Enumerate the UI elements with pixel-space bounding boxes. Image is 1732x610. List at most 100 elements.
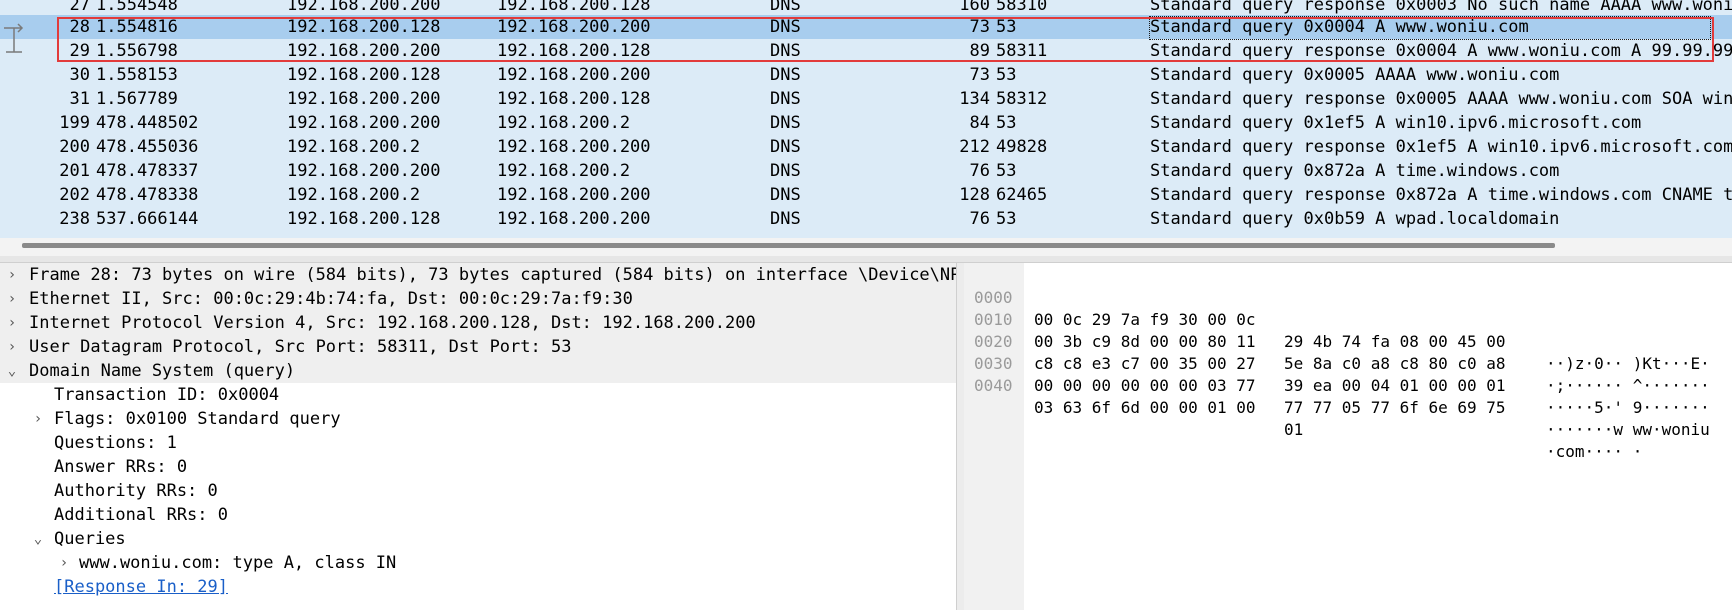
scrollbar-thumb[interactable] xyxy=(22,243,1555,248)
packet-time: 478.478337 xyxy=(96,161,199,181)
tree-item-additional-rrs[interactable]: Additional RRs: 0 xyxy=(0,503,956,527)
packet-src: 192.168.200.128 xyxy=(287,65,441,85)
tree-item-dns[interactable]: ⌄ Domain Name System (query) xyxy=(0,359,956,383)
tree-item-authority-rrs[interactable]: Authority RRs: 0 xyxy=(0,479,956,503)
tree-item-label: Answer RRs: 0 xyxy=(54,457,188,477)
packet-row[interactable]: 31 1.567789 192.168.200.200 192.168.200.… xyxy=(0,87,1732,111)
hex-bytes[interactable]: 00 00 00 00 00 00 03 77 xyxy=(1034,375,1256,397)
annotation-highlight-box xyxy=(57,17,1714,62)
packet-row[interactable]: 201 478.478337 192.168.200.200 192.168.2… xyxy=(0,159,1732,183)
packet-details-pane: › Frame 28: 73 bytes on wire (584 bits), … xyxy=(0,263,956,610)
packet-no: 238 xyxy=(59,209,90,229)
hex-ascii[interactable]: ·······w ww·woniu xyxy=(1546,419,1710,441)
tree-item-ipv4[interactable]: › Internet Protocol Version 4, Src: 192.1… xyxy=(0,311,956,335)
packet-src: 192.168.200.2 xyxy=(287,137,421,157)
packet-row[interactable]: 30 1.558153 192.168.200.128 192.168.200.… xyxy=(0,63,1732,87)
hex-row[interactable]: 0030 00 00 00 00 00 00 03 77 77 77 05 77… xyxy=(964,331,1732,439)
packet-src: 192.168.200.200 xyxy=(287,161,441,181)
tree-item-query-entry[interactable]: › www.woniu.com: type A, class IN xyxy=(0,551,956,575)
tree-item-label: Transaction ID: 0x0004 xyxy=(54,385,280,405)
hex-bytes[interactable]: 01 xyxy=(1284,419,1303,441)
tree-item-udp[interactable]: › User Datagram Protocol, Src Port: 58311… xyxy=(0,335,956,359)
packet-list: 27 1.554548 192.168.200.200 192.168.200.… xyxy=(0,0,1732,238)
packet-row[interactable]: 238 537.666144 192.168.200.128 192.168.2… xyxy=(0,207,1732,231)
packet-row[interactable]: 202 478.478338 192.168.200.2 192.168.200… xyxy=(0,183,1732,207)
packet-no: 30 xyxy=(69,65,90,85)
packet-len: 76 xyxy=(969,161,990,181)
packet-no: 202 xyxy=(59,185,90,205)
packet-proto: DNS xyxy=(770,137,801,157)
packet-info: Standard query 0x0005 AAAA www.woniu.com xyxy=(1150,65,1560,85)
tree-item-frame[interactable]: › Frame 28: 73 bytes on wire (584 bits), … xyxy=(0,263,956,287)
packet-port: 49828 xyxy=(996,137,1048,157)
packet-port: 62465 xyxy=(996,185,1048,205)
packet-time: 1.558153 xyxy=(96,65,178,85)
chevron-right-icon[interactable]: › xyxy=(4,311,20,335)
tree-item-questions[interactable]: Questions: 1 xyxy=(0,431,956,455)
tree-item-label: Ethernet II, Src: 00:0c:29:4b:74:fa, Dst… xyxy=(29,289,633,309)
hex-row[interactable]: 0000 00 0c 29 7a f9 30 00 0c 29 4b 74 fa… xyxy=(964,265,1732,373)
packet-no: 199 xyxy=(59,113,90,133)
chevron-right-icon[interactable]: › xyxy=(30,407,46,431)
chevron-right-icon[interactable]: › xyxy=(4,335,20,359)
chevron-right-icon[interactable]: › xyxy=(4,287,20,311)
packet-len: 73 xyxy=(969,65,990,85)
tree-item-response-in[interactable]: [Response In: 29] xyxy=(0,575,956,599)
packet-dst: 192.168.200.2 xyxy=(497,113,631,133)
chevron-down-icon[interactable]: ⌄ xyxy=(30,527,46,551)
tree-item-ethernet[interactable]: › Ethernet II, Src: 00:0c:29:4b:74:fa, Ds… xyxy=(0,287,956,311)
chevron-right-icon[interactable]: › xyxy=(4,263,20,287)
hex-bytes[interactable]: 77 77 05 77 6f 6e 69 75 xyxy=(1284,397,1506,419)
chevron-right-icon[interactable]: › xyxy=(56,551,72,575)
tree-item-label: Authority RRs: 0 xyxy=(54,481,218,501)
tree-item-queries[interactable]: ⌄ Queries xyxy=(0,527,956,551)
packet-proto: DNS xyxy=(770,89,801,109)
packet-time: 478.448502 xyxy=(96,113,199,133)
packet-src: 192.168.200.128 xyxy=(287,209,441,229)
hex-bytes[interactable]: 39 ea 00 04 01 00 00 01 xyxy=(1284,375,1506,397)
packet-time: 478.455036 xyxy=(96,137,199,157)
packet-port: 53 xyxy=(996,161,1017,181)
packet-bytes-pane: 0000 00 0c 29 7a f9 30 00 0c 29 4b 74 fa… xyxy=(964,263,1732,610)
tree-item-transaction-id[interactable]: Transaction ID: 0x0004 xyxy=(0,383,956,407)
hex-offset: 0040 xyxy=(974,376,1013,395)
packet-proto: DNS xyxy=(770,65,801,85)
response-in-link[interactable]: [Response In: 29] xyxy=(54,575,228,599)
tree-item-label: Additional RRs: 0 xyxy=(54,505,228,525)
pane-splitter[interactable] xyxy=(0,256,1732,263)
hex-row[interactable]: 0020 c8 c8 e3 c7 00 35 00 27 39 ea 00 04… xyxy=(964,309,1732,417)
related-packet-arrow-icon xyxy=(4,23,24,53)
packet-port: 58312 xyxy=(996,89,1048,109)
packet-info: Standard query 0x1ef5 A win10.ipv6.micro… xyxy=(1150,113,1642,133)
packet-row[interactable]: 200 478.455036 192.168.200.2 192.168.200… xyxy=(0,135,1732,159)
packet-len: 134 xyxy=(959,89,990,109)
packet-row[interactable]: 199 478.448502 192.168.200.200 192.168.2… xyxy=(0,111,1732,135)
packet-info: Standard query response 0x872a A time.wi… xyxy=(1150,185,1732,205)
packet-len: 212 xyxy=(959,137,990,157)
tree-item-label: Internet Protocol Version 4, Src: 192.16… xyxy=(29,313,756,333)
hex-ascii[interactable]: ·com···· · xyxy=(1546,441,1642,463)
packet-port: 53 xyxy=(996,65,1017,85)
packet-dst: 192.168.200.2 xyxy=(497,161,631,181)
tree-item-flags[interactable]: › Flags: 0x0100 Standard query xyxy=(0,407,956,431)
packet-dst: 192.168.200.200 xyxy=(497,185,651,205)
packet-proto: DNS xyxy=(770,209,801,229)
packet-time: 537.666144 xyxy=(96,209,199,229)
tree-item-label: User Datagram Protocol, Src Port: 58311,… xyxy=(29,337,572,357)
hex-ascii[interactable]: ·····5·' 9······· xyxy=(1546,397,1710,419)
chevron-down-icon[interactable]: ⌄ xyxy=(4,359,20,383)
packet-port: 53 xyxy=(996,209,1017,229)
hex-row[interactable]: 0040 03 63 6f 6d 00 00 01 00 01 ·com····… xyxy=(964,353,1732,461)
tree-item-answer-rrs[interactable]: Answer RRs: 0 xyxy=(0,455,956,479)
hex-bytes[interactable]: 03 63 6f 6d 00 00 01 00 xyxy=(1034,397,1256,419)
packet-len: 84 xyxy=(969,113,990,133)
packet-info: Standard query response 0x0005 AAAA www.… xyxy=(1150,89,1732,109)
packet-dst: 192.168.200.200 xyxy=(497,137,651,157)
packet-time: 1.567789 xyxy=(96,89,178,109)
packet-len: 128 xyxy=(959,185,990,205)
packet-info: Standard query 0x872a A time.windows.com xyxy=(1150,161,1560,181)
packet-time: 478.478338 xyxy=(96,185,199,205)
hex-ascii[interactable]: ·;······ ^······· xyxy=(1546,375,1710,397)
hex-row[interactable]: 0010 00 3b c9 8d 00 00 80 11 5e 8a c0 a8… xyxy=(964,287,1732,395)
packet-proto: DNS xyxy=(770,113,801,133)
